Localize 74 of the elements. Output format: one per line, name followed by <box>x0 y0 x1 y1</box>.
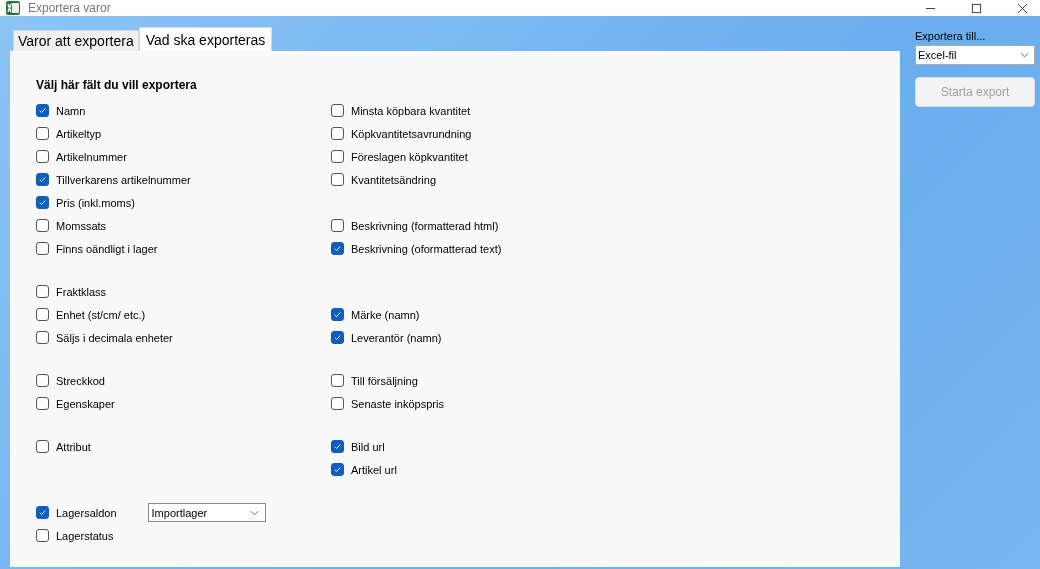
checkbox[interactable] <box>36 374 49 387</box>
checkbox[interactable] <box>36 219 49 232</box>
checkbox[interactable] <box>331 374 344 387</box>
checkbox-label[interactable]: Bild url <box>351 440 385 453</box>
checkmark-icon <box>333 244 342 253</box>
checkbox[interactable] <box>331 173 344 186</box>
checkbox[interactable] <box>331 127 344 140</box>
checkbox[interactable] <box>36 173 49 186</box>
checkbox-label[interactable]: Fraktklass <box>56 285 107 298</box>
checkbox-label[interactable]: Tillverkarens artikelnummer <box>56 173 191 186</box>
window-title: Exportera varor <box>28 1 111 15</box>
checkbox-label[interactable]: Senaste inköpspris <box>351 397 444 410</box>
checkbox-label[interactable]: Namn <box>56 104 86 117</box>
dropdown[interactable]: Importlager <box>147 503 266 522</box>
checkbox-label[interactable]: Minsta köpbara kvantitet <box>351 104 471 117</box>
checkbox-label[interactable]: Beskrivning (formatterad html) <box>351 219 499 232</box>
checkbox-label[interactable]: Attribut <box>56 440 91 453</box>
section-heading: Välj här fält du vill exportera <box>36 78 198 92</box>
chevron-down-icon <box>1020 52 1029 58</box>
checkbox[interactable] <box>331 463 344 476</box>
tab[interactable]: Varor att exportera <box>13 30 139 51</box>
checkmark-icon <box>38 175 47 184</box>
checkbox[interactable] <box>331 440 344 453</box>
chevron-down-icon <box>249 509 259 516</box>
checkbox[interactable] <box>36 529 49 542</box>
checkmark-icon <box>333 333 342 342</box>
checkbox[interactable] <box>331 104 344 117</box>
checkbox[interactable] <box>36 440 49 453</box>
export-label: Exportera till... <box>915 30 987 42</box>
checkbox-label[interactable]: Finns oändligt i lager <box>56 242 158 255</box>
checkbox[interactable] <box>331 397 344 410</box>
checkbox-label[interactable]: Streckkod <box>56 374 105 387</box>
checkbox-label[interactable]: Momssats <box>56 219 107 232</box>
checkbox-label[interactable]: Pris (inkl.moms) <box>56 196 135 209</box>
checkbox[interactable] <box>331 219 344 232</box>
checkbox[interactable] <box>331 242 344 255</box>
checkbox-label[interactable]: Artikelnummer <box>56 150 127 163</box>
checkmark-icon <box>333 465 342 474</box>
tab[interactable]: Vad ska exporteras <box>138 27 273 51</box>
close-icon[interactable] <box>1017 2 1028 14</box>
checkbox-label[interactable]: Artikeltyp <box>56 127 102 140</box>
checkmark-icon <box>38 508 47 517</box>
checkbox[interactable] <box>36 104 49 117</box>
checkbox[interactable] <box>36 127 49 140</box>
checkmark-icon <box>38 106 47 115</box>
checkbox-label[interactable]: Föreslagen köpkvantitet <box>351 150 468 163</box>
checkbox-label[interactable]: Enhet (st/cm/ etc.) <box>56 308 146 321</box>
checkbox[interactable] <box>36 308 49 321</box>
checkbox[interactable] <box>36 331 49 344</box>
checkbox[interactable] <box>331 150 344 163</box>
checkmark-icon <box>38 198 47 207</box>
checkbox-label[interactable]: Säljs i decimala enheter <box>56 331 173 344</box>
checkbox[interactable] <box>36 506 49 519</box>
checkbox[interactable] <box>331 331 344 344</box>
checkmark-icon <box>333 310 342 319</box>
checkbox[interactable] <box>36 242 49 255</box>
format-dropdown[interactable]: Excel-fil <box>915 45 1035 65</box>
checkbox-label[interactable]: Artikel url <box>351 463 397 476</box>
checkbox[interactable] <box>36 196 49 209</box>
maximize-icon[interactable] <box>971 2 982 14</box>
checkbox-label[interactable]: Köpkvantitetsavrundning <box>351 127 472 140</box>
checkbox-label[interactable]: Till försäljning <box>351 374 418 387</box>
checkbox[interactable] <box>36 397 49 410</box>
checkbox-label[interactable]: Lagerstatus <box>56 529 114 542</box>
checkbox[interactable] <box>36 150 49 163</box>
checkbox-label[interactable]: Kvantitetsändring <box>351 173 436 186</box>
checkbox[interactable] <box>331 308 344 321</box>
checkbox-label[interactable]: Märke (namn) <box>351 308 420 321</box>
checkbox[interactable] <box>36 285 49 298</box>
checkbox-label[interactable]: Lagersaldon <box>56 506 117 519</box>
checkbox-label[interactable]: Beskrivning (oformatterad text) <box>351 242 502 255</box>
checkbox-label[interactable]: Leverantör (namn) <box>351 331 442 344</box>
checkmark-icon <box>333 442 342 451</box>
checkbox-label[interactable]: Egenskaper <box>56 397 115 410</box>
